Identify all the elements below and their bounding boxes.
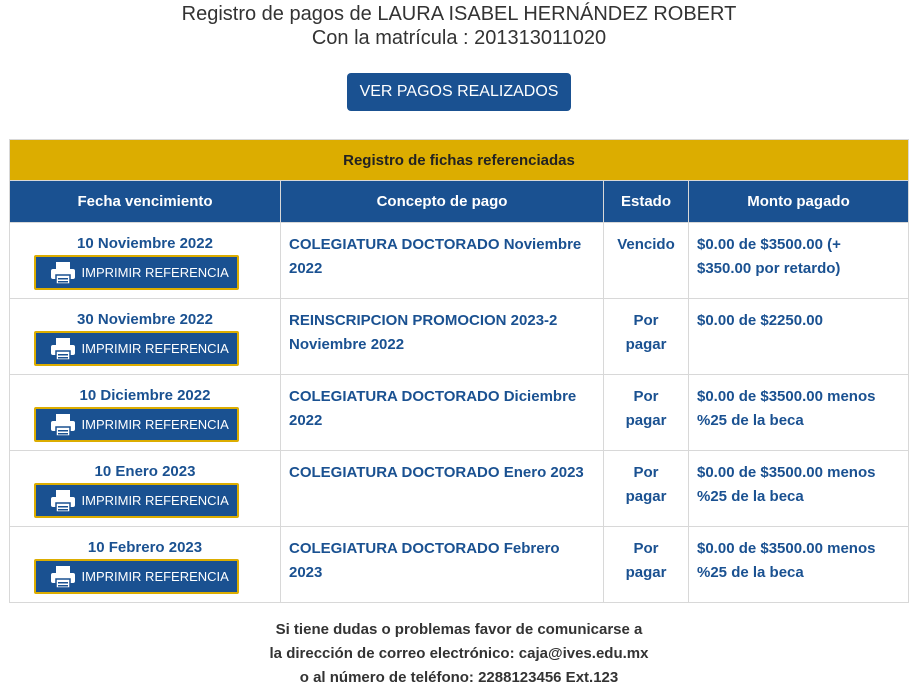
printer-icon [50, 565, 75, 589]
monto-cell: $0.00 de $3500.00 menos %25 de la beca [688, 526, 909, 603]
monto-cell: $0.00 de $3500.00 menos %25 de la beca [688, 374, 909, 451]
fecha-cell: 10 Febrero 2023 IMPRIMIR REFERENCIA [9, 526, 281, 603]
imprimir-referencia-label: IMPRIMIR REFERENCIA [81, 340, 229, 356]
imprimir-referencia-label: IMPRIMIR REFERENCIA [81, 264, 229, 280]
imprimir-referencia-label: IMPRIMIR REFERENCIA [81, 416, 229, 432]
footer-line: o al número de teléfono: 2288123456 Ext.… [299, 669, 619, 686]
monto-text: $0.00 de $3500.00 menos %25 de la beca [697, 464, 876, 505]
concepto-cell: COLEGIATURA DOCTORADO Febrero 2023 [280, 526, 604, 603]
estado-text: Por pagar [625, 388, 667, 429]
imprimir-referencia-label: IMPRIMIR REFERENCIA [81, 492, 229, 508]
concepto-text: COLEGIATURA DOCTORADO Diciembre 2022 [289, 388, 577, 429]
contact-footer: Si tiene dudas o problemas favor de comu… [0, 618, 918, 690]
table-row: 10 Noviembre 2022 IMPRIMIR REFERENCIA COLE… [9, 222, 909, 299]
imprimir-referencia-button[interactable]: IMPRIMIR REFERENCIA [33, 407, 239, 442]
fecha-vencimiento: 30 Noviembre 2022 [77, 311, 213, 328]
matricula-line: Con la matrícula : 201313011020 [311, 27, 607, 49]
concepto-cell: REINSCRIPCION PROMOCION 2023-2 Noviembre… [280, 298, 604, 375]
fecha-cell: 10 Noviembre 2022 IMPRIMIR REFERENCIA [9, 222, 281, 299]
footer-line: Si tiene dudas o problemas favor de comu… [275, 621, 643, 638]
concepto-cell: COLEGIATURA DOCTORADO Enero 2023 [280, 450, 604, 527]
fecha-cell: 10 Enero 2023 IMPRIMIR REFERENCIA [9, 450, 281, 527]
estado-text: Por pagar [625, 540, 667, 581]
fecha-vencimiento: 10 Diciembre 2022 [79, 387, 211, 404]
table-row: 10 Diciembre 2022 IMPRIMIR REFERENCIA COLE… [9, 374, 909, 451]
fichas-table: Registro de fichas referenciadas Fecha v… [9, 139, 909, 603]
estado-text: Por pagar [625, 312, 667, 353]
table-row: 10 Enero 2023 IMPRIMIR REFERENCIA COLEGIAT… [9, 450, 909, 527]
concepto-text: REINSCRIPCION PROMOCION 2023-2 Noviembre… [289, 312, 558, 353]
imprimir-referencia-button[interactable]: IMPRIMIR REFERENCIA [33, 255, 239, 290]
monto-text: $0.00 de $3500.00 menos %25 de la beca [697, 540, 876, 581]
page-title: Registro de pagos de LAURA ISABEL HERNÁN… [181, 3, 737, 25]
estado-cell: Por pagar [603, 526, 689, 603]
printer-icon [50, 337, 75, 361]
concepto-text: COLEGIATURA DOCTORADO Febrero 2023 [289, 540, 560, 581]
estado-text: Vencido [617, 236, 675, 253]
page-header: Registro de pagos de LAURA ISABEL HERNÁN… [0, 0, 918, 50]
fecha-cell: 30 Noviembre 2022 IMPRIMIR REFERENCIA [9, 298, 281, 375]
monto-cell: $0.00 de $2250.00 [688, 298, 909, 375]
printer-icon [50, 413, 75, 437]
printer-icon [50, 489, 75, 513]
estado-cell: Por pagar [603, 298, 689, 375]
imprimir-referencia-button[interactable]: IMPRIMIR REFERENCIA [33, 559, 239, 594]
estado-cell: Por pagar [603, 374, 689, 451]
fecha-vencimiento: 10 Enero 2023 [94, 463, 196, 480]
column-header-concepto: Concepto de pago [280, 180, 604, 223]
column-header-fecha: Fecha vencimiento [9, 180, 281, 223]
estado-cell: Por pagar [603, 450, 689, 527]
column-header-monto: Monto pagado [688, 180, 909, 223]
fecha-vencimiento: 10 Febrero 2023 [87, 539, 203, 556]
fecha-cell: 10 Diciembre 2022 IMPRIMIR REFERENCIA [9, 374, 281, 451]
concepto-cell: COLEGIATURA DOCTORADO Noviembre 2022 [280, 222, 604, 299]
imprimir-referencia-button[interactable]: IMPRIMIR REFERENCIA [33, 331, 239, 366]
monto-cell: $0.00 de $3500.00 menos %25 de la beca [688, 450, 909, 527]
monto-text: $0.00 de $2250.00 [697, 312, 823, 329]
ver-pagos-button[interactable]: VER PAGOS REALIZADOS [346, 73, 572, 111]
monto-text: $0.00 de $3500.00 menos %25 de la beca [697, 388, 876, 429]
monto-cell: $0.00 de $3500.00 (+ $350.00 por retardo… [688, 222, 909, 299]
concepto-text: COLEGIATURA DOCTORADO Noviembre 2022 [289, 236, 582, 277]
printer-icon [50, 261, 75, 285]
concepto-text: COLEGIATURA DOCTORADO Enero 2023 [289, 464, 584, 481]
concepto-cell: COLEGIATURA DOCTORADO Diciembre 2022 [280, 374, 604, 451]
column-header-estado: Estado [603, 180, 689, 223]
table-caption: Registro de fichas referenciadas [9, 139, 909, 181]
imprimir-referencia-label: IMPRIMIR REFERENCIA [81, 568, 229, 584]
table-row: 30 Noviembre 2022 IMPRIMIR REFERENCIA REIN… [9, 298, 909, 375]
monto-text: $0.00 de $3500.00 (+ $350.00 por retardo… [697, 236, 841, 277]
imprimir-referencia-button[interactable]: IMPRIMIR REFERENCIA [33, 483, 239, 518]
table-row: 10 Febrero 2023 IMPRIMIR REFERENCIA COLEGI… [9, 526, 909, 603]
footer-line: la dirección de correo electrónico: caja… [269, 645, 649, 662]
estado-text: Por pagar [625, 464, 667, 505]
fecha-vencimiento: 10 Noviembre 2022 [77, 235, 213, 252]
estado-cell: Vencido [603, 222, 689, 299]
